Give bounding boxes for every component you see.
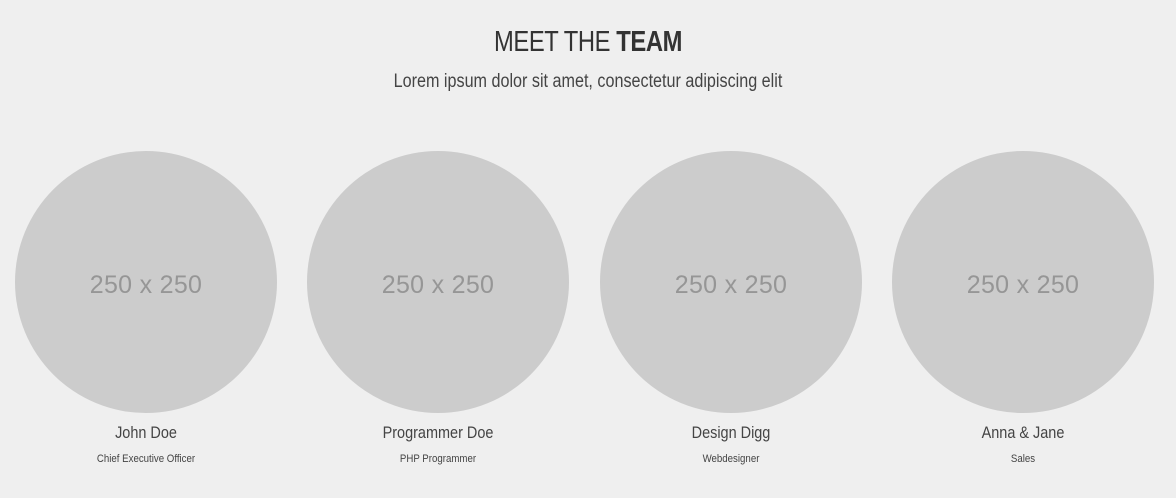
avatar: 250 x 250 (15, 151, 277, 413)
member-name: John Doe (115, 423, 177, 442)
avatar-placeholder-label: 250 x 250 (674, 270, 788, 299)
member-role: Webdesigner (702, 453, 760, 465)
member-name: Anna & Jane (981, 423, 1065, 442)
team-member-card: 250 x 250 Anna & Jane Sales (892, 151, 1154, 466)
title-bold: TEAM (616, 26, 683, 58)
member-role: Chief Executive Officer (96, 453, 196, 465)
avatar-placeholder-label: 250 x 250 (89, 270, 203, 299)
member-name: Programmer Doe (382, 423, 494, 442)
avatar: 250 x 250 (307, 151, 569, 413)
member-role: Sales (1010, 453, 1036, 465)
avatar-placeholder-label: 250 x 250 (966, 270, 1080, 299)
team-member-card: 250 x 250 John Doe Chief Executive Offic… (15, 151, 277, 466)
member-role: PHP Programmer (399, 453, 477, 465)
avatar-placeholder-label: 250 x 250 (381, 270, 495, 299)
team-member-card: 250 x 250 Design Digg Webdesigner (600, 151, 862, 466)
title-light: MEET THE (493, 26, 617, 58)
avatar: 250 x 250 (600, 151, 862, 413)
avatar: 250 x 250 (892, 151, 1154, 413)
page-title: MEET THE TEAM (106, 22, 1070, 62)
team-member-card: 250 x 250 Programmer Doe PHP Programmer (307, 151, 569, 466)
member-name: Design Digg (691, 423, 771, 442)
page-subtitle: Lorem ipsum dolor sit amet, consectetur … (393, 71, 783, 92)
